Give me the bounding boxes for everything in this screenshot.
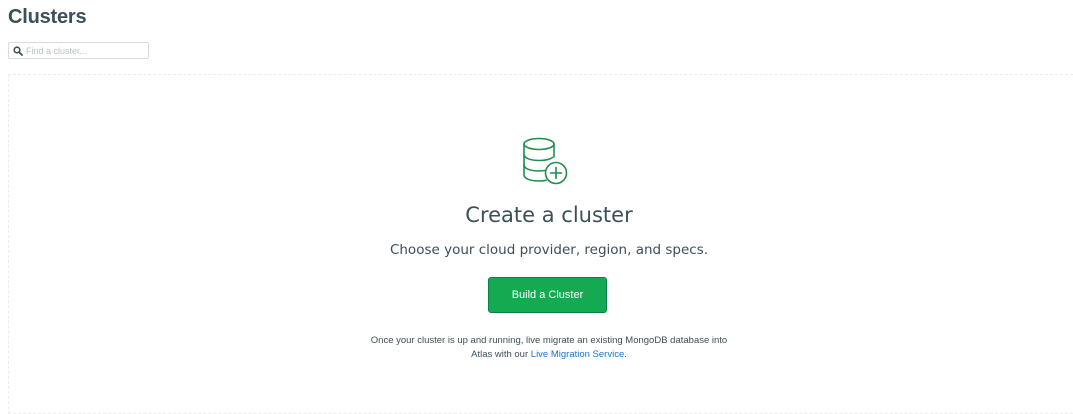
empty-state-subtitle: Choose your cloud provider, region, and …	[389, 242, 709, 258]
page-title: Clusters	[8, 6, 87, 28]
search-icon	[13, 45, 23, 56]
migration-note: Once your cluster is up and running, liv…	[9, 334, 1073, 362]
migration-note-suffix: .	[624, 349, 627, 360]
empty-state-panel: Create a cluster Choose your cloud provi…	[8, 74, 1073, 414]
migration-note-line1: Once your cluster is up and running, liv…	[370, 335, 728, 346]
live-migration-link[interactable]: Live Migration Service	[531, 349, 624, 360]
search-box[interactable]	[8, 42, 149, 59]
empty-state-title: Create a cluster	[465, 203, 633, 227]
build-cluster-button[interactable]: Build a Cluster	[488, 277, 607, 313]
migration-note-prefix: Atlas with our	[471, 349, 531, 360]
database-plus-icon	[517, 135, 577, 189]
search-input[interactable]	[26, 44, 144, 57]
